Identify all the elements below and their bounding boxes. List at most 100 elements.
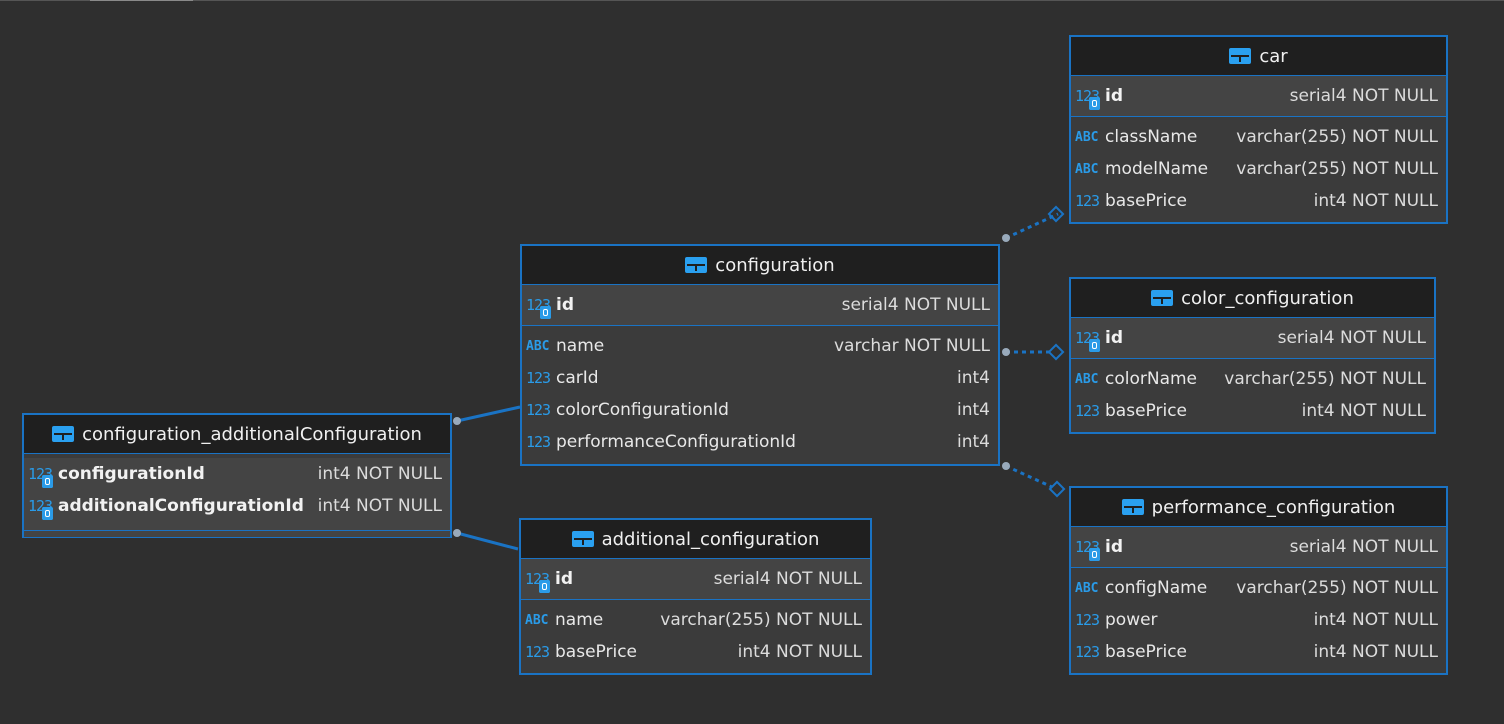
empty-attribute-section [24,531,450,537]
column-name: basePrice [1105,401,1187,421]
numeric-icon: 123 [526,401,551,419]
link-diamond-icon [1048,480,1066,498]
attribute-row[interactable]: ABC configName varchar(255) NOT NULL [1071,572,1446,604]
link-configuration-car[interactable] [1002,205,1065,242]
numeric-icon: 123 [526,433,551,451]
table-icon [571,531,594,547]
attribute-row[interactable]: 123 basePrice int4 NOT NULL [1071,395,1434,427]
entity-configuration-additional-configuration[interactable]: configuration_additionalConfiguration 123… [22,413,452,538]
link-configuration-performance[interactable] [1002,462,1066,498]
attribute-row[interactable]: 123 colorConfigurationId int4 [522,394,998,426]
primary-key-section: 123 configurationId int4 NOT NULL 123 additi… [24,458,450,531]
entity-color-configuration[interactable]: color_configuration 123 id serial4 NOT NULL… [1069,277,1436,434]
column-name: basePrice [1105,191,1187,211]
column-type: int4 NOT NULL [1313,642,1438,662]
attribute-row[interactable]: 123 carId int4 [522,362,998,394]
primary-key-row[interactable]: 123 configurationId int4 NOT NULL [24,458,450,490]
column-type: int4 [957,368,990,388]
abc-icon: ABC [525,612,549,628]
key-numeric-icon: 123 [28,465,58,488]
entity-header[interactable]: additional_configuration [521,520,870,559]
column-name: basePrice [555,642,637,662]
primary-key-row[interactable]: 123 id serial4 NOT NULL [1071,527,1446,567]
link-endpoint-dot [453,529,461,537]
column-name: colorName [1105,369,1198,389]
entity-title: configuration [715,254,835,276]
attribute-row[interactable]: ABC modelName varchar(255) NOT NULL [1071,153,1446,185]
attribute-row[interactable]: 123 power int4 NOT NULL [1071,604,1446,636]
numeric-icon: 123 [526,369,551,387]
entity-title: additional_configuration [601,528,820,550]
key-numeric-icon: 123 [1075,87,1105,110]
column-type: int4 NOT NULL [1313,191,1438,211]
entity-title: color_configuration [1181,287,1354,309]
attribute-section: ABC name varchar(255) NOT NULL 123 basePrice… [521,600,870,674]
link-endpoint-dot [453,417,461,425]
abc-icon: ABC [1075,129,1099,145]
column-name: power [1105,610,1158,630]
key-numeric-icon: 123 [526,296,556,319]
column-type: int4 [957,400,990,420]
link-configuration-color[interactable] [1002,343,1065,361]
attribute-row[interactable]: 123 basePrice int4 NOT NULL [1071,636,1446,668]
column-type: serial4 NOT NULL [713,569,862,589]
primary-key-row[interactable]: 123 id serial4 NOT NULL [1071,76,1446,116]
column-type: varchar NOT NULL [833,336,990,356]
attribute-row[interactable]: ABC className varchar(255) NOT NULL [1071,121,1446,153]
attribute-row[interactable]: 123 basePrice int4 NOT NULL [521,636,870,668]
abc-icon: ABC [526,338,550,354]
attribute-row[interactable]: ABC colorName varchar(255) NOT NULL [1071,363,1434,395]
attribute-row[interactable]: ABC name varchar NOT NULL [522,330,998,362]
entity-header[interactable]: color_configuration [1071,279,1434,318]
column-type: int4 NOT NULL [317,464,442,484]
column-type: varchar(255) NOT NULL [1236,127,1438,147]
primary-key-row[interactable]: 123 additionalConfigurationId int4 NOT NUL… [24,490,450,522]
column-name: name [556,336,605,356]
table-icon [52,426,75,442]
column-name: id [1105,328,1123,348]
column-name: id [555,569,573,589]
column-type: serial4 NOT NULL [1277,328,1426,348]
entity-title: performance_configuration [1151,496,1396,518]
column-name: performanceConfigurationId [556,432,796,452]
key-numeric-icon: 123 [1075,538,1105,561]
primary-key-row[interactable]: 123 id serial4 NOT NULL [521,559,870,599]
column-type: int4 [957,432,990,452]
key-numeric-icon: 123 [28,497,58,520]
abc-icon: ABC [1075,580,1099,596]
table-icon [685,257,708,273]
attribute-row[interactable]: 123 performanceConfigurationId int4 [522,426,998,458]
column-name: id [1105,537,1123,557]
entity-header[interactable]: configuration_additionalConfiguration [24,415,450,454]
column-type: serial4 NOT NULL [841,295,990,315]
column-name: configurationId [58,464,205,484]
entity-header[interactable]: performance_configuration [1071,488,1446,527]
link-diamond-icon [1047,343,1065,361]
column-name: id [556,295,574,315]
numeric-icon: 123 [1075,611,1100,629]
entity-car[interactable]: car 123 id serial4 NOT NULL ABC className varc… [1069,35,1448,224]
link-diamond-icon [1047,205,1065,223]
primary-key-section: 123 id serial4 NOT NULL [521,559,870,600]
primary-key-row[interactable]: 123 id serial4 NOT NULL [522,285,998,325]
entity-performance-configuration[interactable]: performance_configuration 123 id serial4 NO… [1069,486,1448,675]
column-name: name [555,610,604,630]
attribute-row[interactable]: 123 basePrice int4 NOT NULL [1071,185,1446,217]
entity-additional-configuration[interactable]: additional_configuration 123 id serial4 NOT… [519,518,872,675]
entity-header[interactable]: configuration [522,246,998,285]
entity-configuration[interactable]: configuration 123 id serial4 NOT NULL ABC nam… [520,244,1000,466]
numeric-icon: 123 [1075,192,1100,210]
link-endpoint-dot [1002,462,1010,470]
column-type: int4 NOT NULL [1301,401,1426,421]
numeric-icon: 123 [525,643,550,661]
table-icon [1151,290,1174,306]
primary-key-row[interactable]: 123 id serial4 NOT NULL [1071,318,1434,358]
entity-header[interactable]: car [1071,37,1446,76]
column-type: int4 NOT NULL [1313,610,1438,630]
table-icon [1229,48,1252,64]
link-junction-configuration[interactable] [453,405,521,425]
column-name: configName [1105,578,1208,598]
link-junction-additional[interactable] [453,529,519,551]
column-name: className [1105,127,1198,147]
attribute-row[interactable]: ABC name varchar(255) NOT NULL [521,604,870,636]
